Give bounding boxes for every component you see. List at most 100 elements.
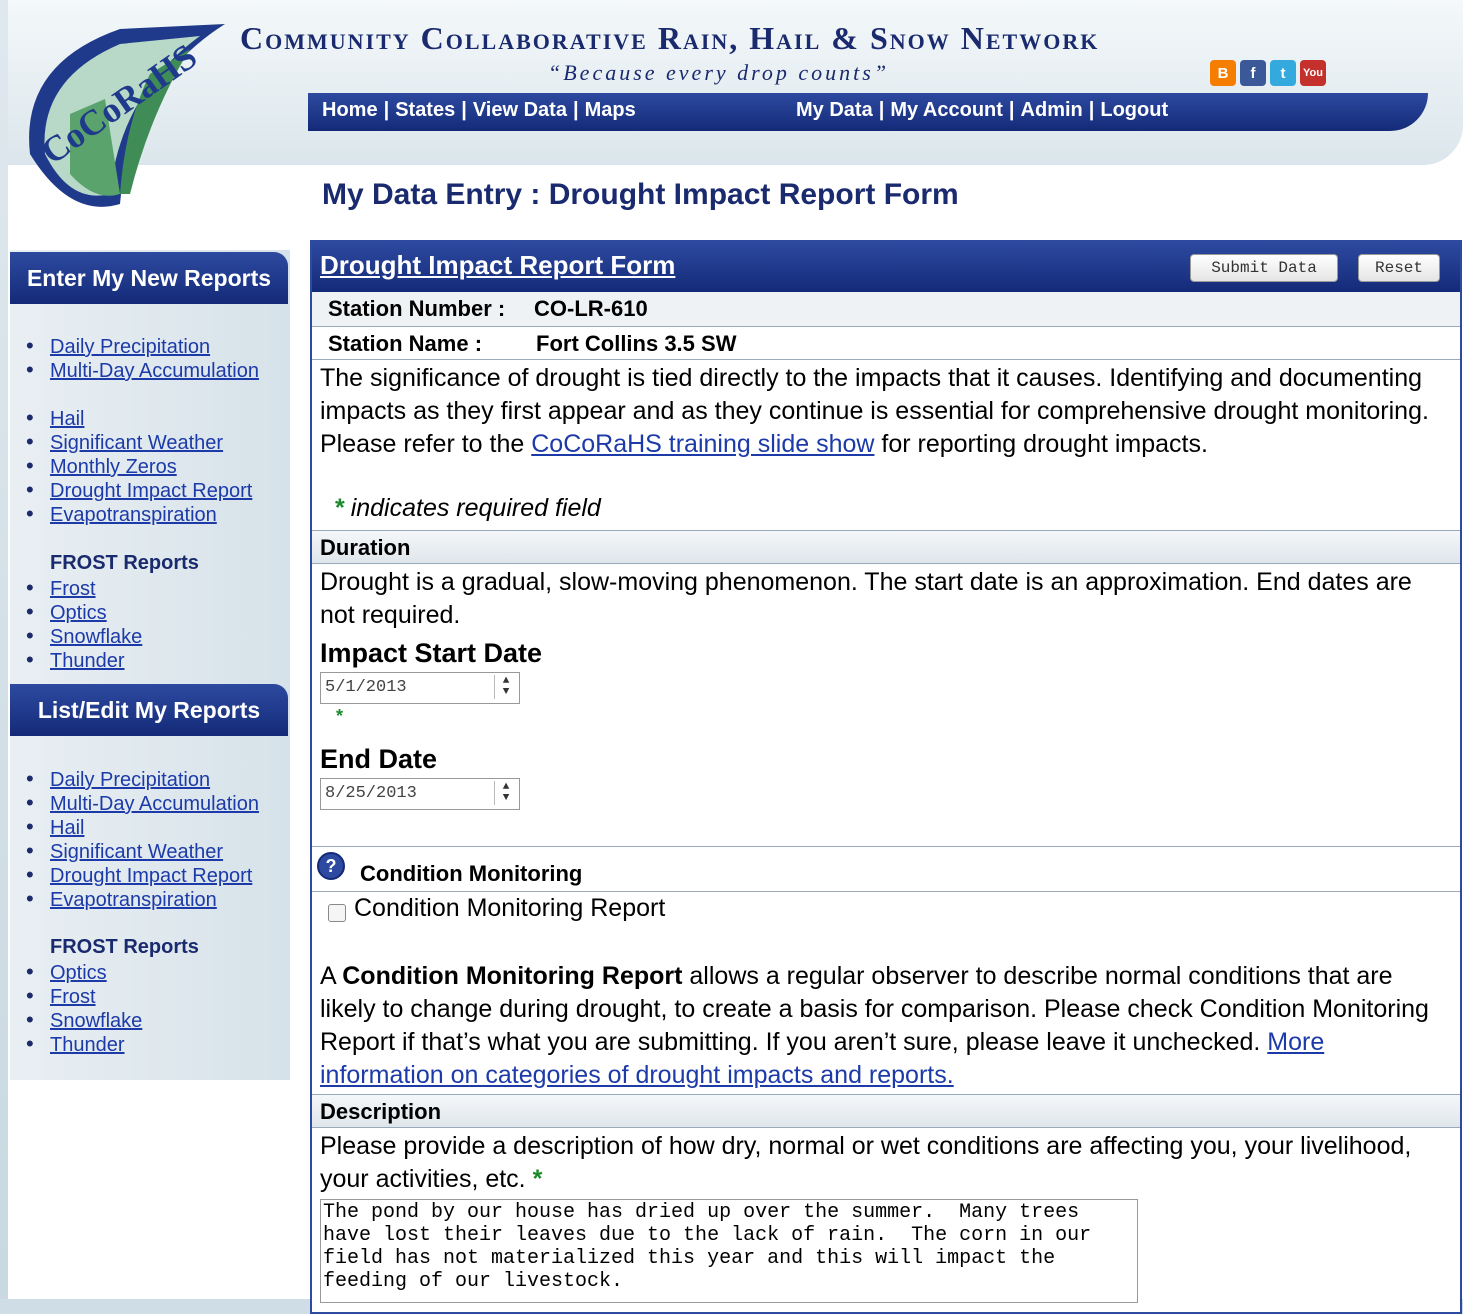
date-stepper[interactable]: ▲ ▼ [494,675,517,699]
enter-daily-precipitation-link[interactable]: Daily Precipitation [50,336,210,358]
intro-text-part: for reporting drought impacts. [874,430,1208,458]
enter-significant-weather-link[interactable]: Significant Weather [50,432,223,454]
page-title: My Data Entry : Drought Impact Report Fo… [322,178,959,211]
enter-thunder-link[interactable]: Thunder [50,650,125,672]
drought-report-form: Drought Impact Report Form Submit Data R… [310,240,1462,1314]
form-header: Drought Impact Report Form Submit Data R… [312,242,1460,292]
description-heading: Description [320,1099,442,1124]
condition-text-part: A [320,962,343,990]
list-item: Drought Impact Report [26,863,259,887]
youtube-icon[interactable]: You [1300,60,1326,86]
list-frost-link[interactable]: Frost [50,986,96,1008]
nav-view-data[interactable]: View Data [473,99,567,121]
description-section-header: Description [312,1094,1460,1128]
list-edit-reports-heading: List/Edit My Reports [10,684,288,736]
list-item: Multi-Day Accumulation [26,358,259,382]
list-significant-weather-link[interactable]: Significant Weather [50,841,223,863]
required-note-text: indicates required field [350,494,601,522]
station-name-label: Station Name : [328,331,483,356]
duration-text: Drought is a gradual, slow-moving phenom… [320,568,1412,629]
main-navbar: Home | States | View Data | Maps My Data | My Ac… [308,93,1428,131]
enter-multi-day-link[interactable]: Multi-Day Accumulation [50,360,259,382]
list-hail-link[interactable]: Hail [50,817,84,839]
blogger-icon[interactable]: B [1210,60,1236,86]
reset-button[interactable]: Reset [1358,254,1440,282]
list-thunder-link[interactable]: Thunder [50,1034,125,1056]
list-item: Drought Impact Report [26,478,252,502]
nav-maps[interactable]: Maps [585,99,636,121]
enter-frost-list: Frost Optics Snowflake Thunder [26,576,142,672]
condition-section-header: ? Condition Monitoring [312,846,1460,892]
list-item: Evapotranspiration [26,887,259,911]
list-item: Snowflake [26,624,142,648]
list-daily-precipitation-link[interactable]: Daily Precipitation [50,769,210,791]
list-item: Monthly Zeros [26,454,252,478]
description-prompt: Please provide a description of how dry,… [320,1130,1448,1196]
page-frame: CoCoRaHS Community Collaborative Rain, H… [8,0,1463,1314]
list-evapotranspiration-link[interactable]: Evapotranspiration [50,889,217,911]
nav-logout[interactable]: Logout [1100,99,1168,121]
date-stepper[interactable]: ▲ ▼ [494,781,517,805]
cocorahs-logo[interactable]: CoCoRaHS [10,4,240,232]
condition-text: A Condition Monitoring Report allows a r… [320,960,1448,1092]
condition-checkbox-label: Condition Monitoring Report [354,894,666,922]
enter-drought-impact-link[interactable]: Drought Impact Report [50,480,252,502]
enter-monthly-zeros-link[interactable]: Monthly Zeros [50,456,177,478]
enter-snowflake-link[interactable]: Snowflake [50,626,142,648]
nav-right: My Data | My Account | Admin | Logout [796,99,1169,121]
social-icons: B f t You [1210,60,1326,86]
enter-list-1: Daily Precipitation Multi-Day Accumulati… [26,334,259,382]
nav-left: Home | States | View Data | Maps [322,99,636,121]
list-item: Frost [26,984,142,1008]
nav-home[interactable]: Home [322,99,378,121]
station-number-label: Station Number : [328,296,506,321]
required-star: * [334,494,344,522]
list-snowflake-link[interactable]: Snowflake [50,1010,142,1032]
end-date-input[interactable]: 8/25/2013 ▲ ▼ [320,778,520,810]
form-title[interactable]: Drought Impact Report Form [320,250,675,281]
description-textarea[interactable]: The pond by our house has dried up over … [320,1199,1138,1303]
nav-my-account[interactable]: My Account [890,99,1003,121]
start-date-value: 5/1/2013 [325,678,407,697]
list-optics-link[interactable]: Optics [50,962,107,984]
enter-frost-heading: FROST Reports [50,552,199,574]
description-prompt-text: Please provide a description of how dry,… [320,1132,1412,1193]
duration-heading: Duration [320,535,411,560]
nav-my-data[interactable]: My Data [796,99,873,121]
condition-monitoring-checkbox[interactable] [328,904,346,922]
svg-text:?: ? [326,856,337,876]
enter-evapotranspiration-link[interactable]: Evapotranspiration [50,504,217,526]
enter-optics-link[interactable]: Optics [50,602,107,624]
nav-admin[interactable]: Admin [1021,99,1083,121]
facebook-icon[interactable]: f [1240,60,1266,86]
list-multi-day-link[interactable]: Multi-Day Accumulation [50,793,259,815]
enter-hail-link[interactable]: Hail [50,408,84,430]
end-date-label: End Date [320,744,438,774]
condition-text-bold: Condition Monitoring Report [342,962,683,990]
list-item: Significant Weather [26,839,259,863]
station-number-row: Station Number : CO-LR-610 [312,292,1460,327]
twitter-icon[interactable]: t [1270,60,1296,86]
help-icon[interactable]: ? [316,851,346,881]
required-star: * [532,1165,543,1193]
enter-reports-heading: Enter My New Reports [10,252,288,304]
intro-text: The significance of drought is tied dire… [320,362,1448,461]
station-name-row: Station Name : Fort Collins 3.5 SW [312,327,1460,360]
list-frost-heading: FROST Reports [50,936,199,958]
end-date-value: 8/25/2013 [325,784,417,803]
training-slide-show-link[interactable]: CoCoRaHS training slide show [531,430,874,458]
condition-heading: Condition Monitoring [360,861,583,886]
list-item: Daily Precipitation [26,767,259,791]
required-star: * [336,706,344,726]
list-item: Daily Precipitation [26,334,259,358]
list-item: Evapotranspiration [26,502,252,526]
enter-list-2: Hail Significant Weather Monthly Zeros D… [26,406,252,526]
list-item: Thunder [26,1032,142,1056]
list-drought-impact-link[interactable]: Drought Impact Report [50,865,252,887]
enter-frost-link[interactable]: Frost [50,578,96,600]
submit-data-button[interactable]: Submit Data [1190,254,1338,282]
required-note: * indicates required field [334,492,1462,525]
list-item: Hail [26,406,252,430]
nav-states[interactable]: States [395,99,455,121]
impact-start-date-input[interactable]: 5/1/2013 ▲ ▼ [320,672,520,704]
